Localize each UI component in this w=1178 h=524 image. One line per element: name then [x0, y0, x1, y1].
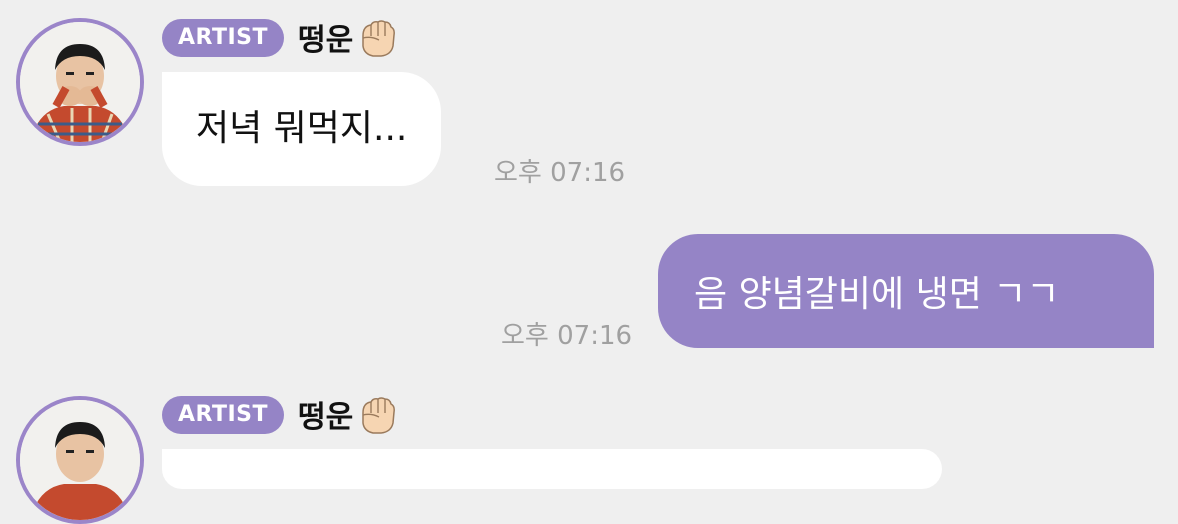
message-text: 저녁 뭐먹지...: [196, 108, 408, 149]
message-text: 음 양념갈비에 냉면 ㄱㄱ: [694, 274, 1060, 315]
sender-name-text: 떵운: [298, 23, 354, 58]
timestamp: 오후 07:16: [501, 321, 633, 351]
artist-badge: ARTIST: [162, 396, 285, 434]
sender-name-text: 떵운: [298, 400, 354, 435]
artist-badge: ARTIST: [162, 19, 285, 57]
message-bubble-incoming[interactable]: 저녁 뭐먹지...: [162, 72, 442, 186]
sender-name[interactable]: 떵운: [298, 15, 399, 59]
sender-name[interactable]: 떵운: [298, 392, 399, 436]
avatar[interactable]: [16, 18, 144, 146]
fist-icon: [357, 393, 399, 435]
message-bubble-outgoing[interactable]: 음 양념갈비에 냉면 ㄱㄱ: [658, 234, 1154, 348]
avatar-image: [20, 22, 140, 142]
timestamp: 오후 07:16: [494, 158, 626, 188]
avatar[interactable]: [16, 396, 144, 524]
fist-icon: [357, 16, 399, 58]
avatar-image: [20, 400, 140, 520]
message-bubble-incoming[interactable]: [162, 449, 942, 489]
